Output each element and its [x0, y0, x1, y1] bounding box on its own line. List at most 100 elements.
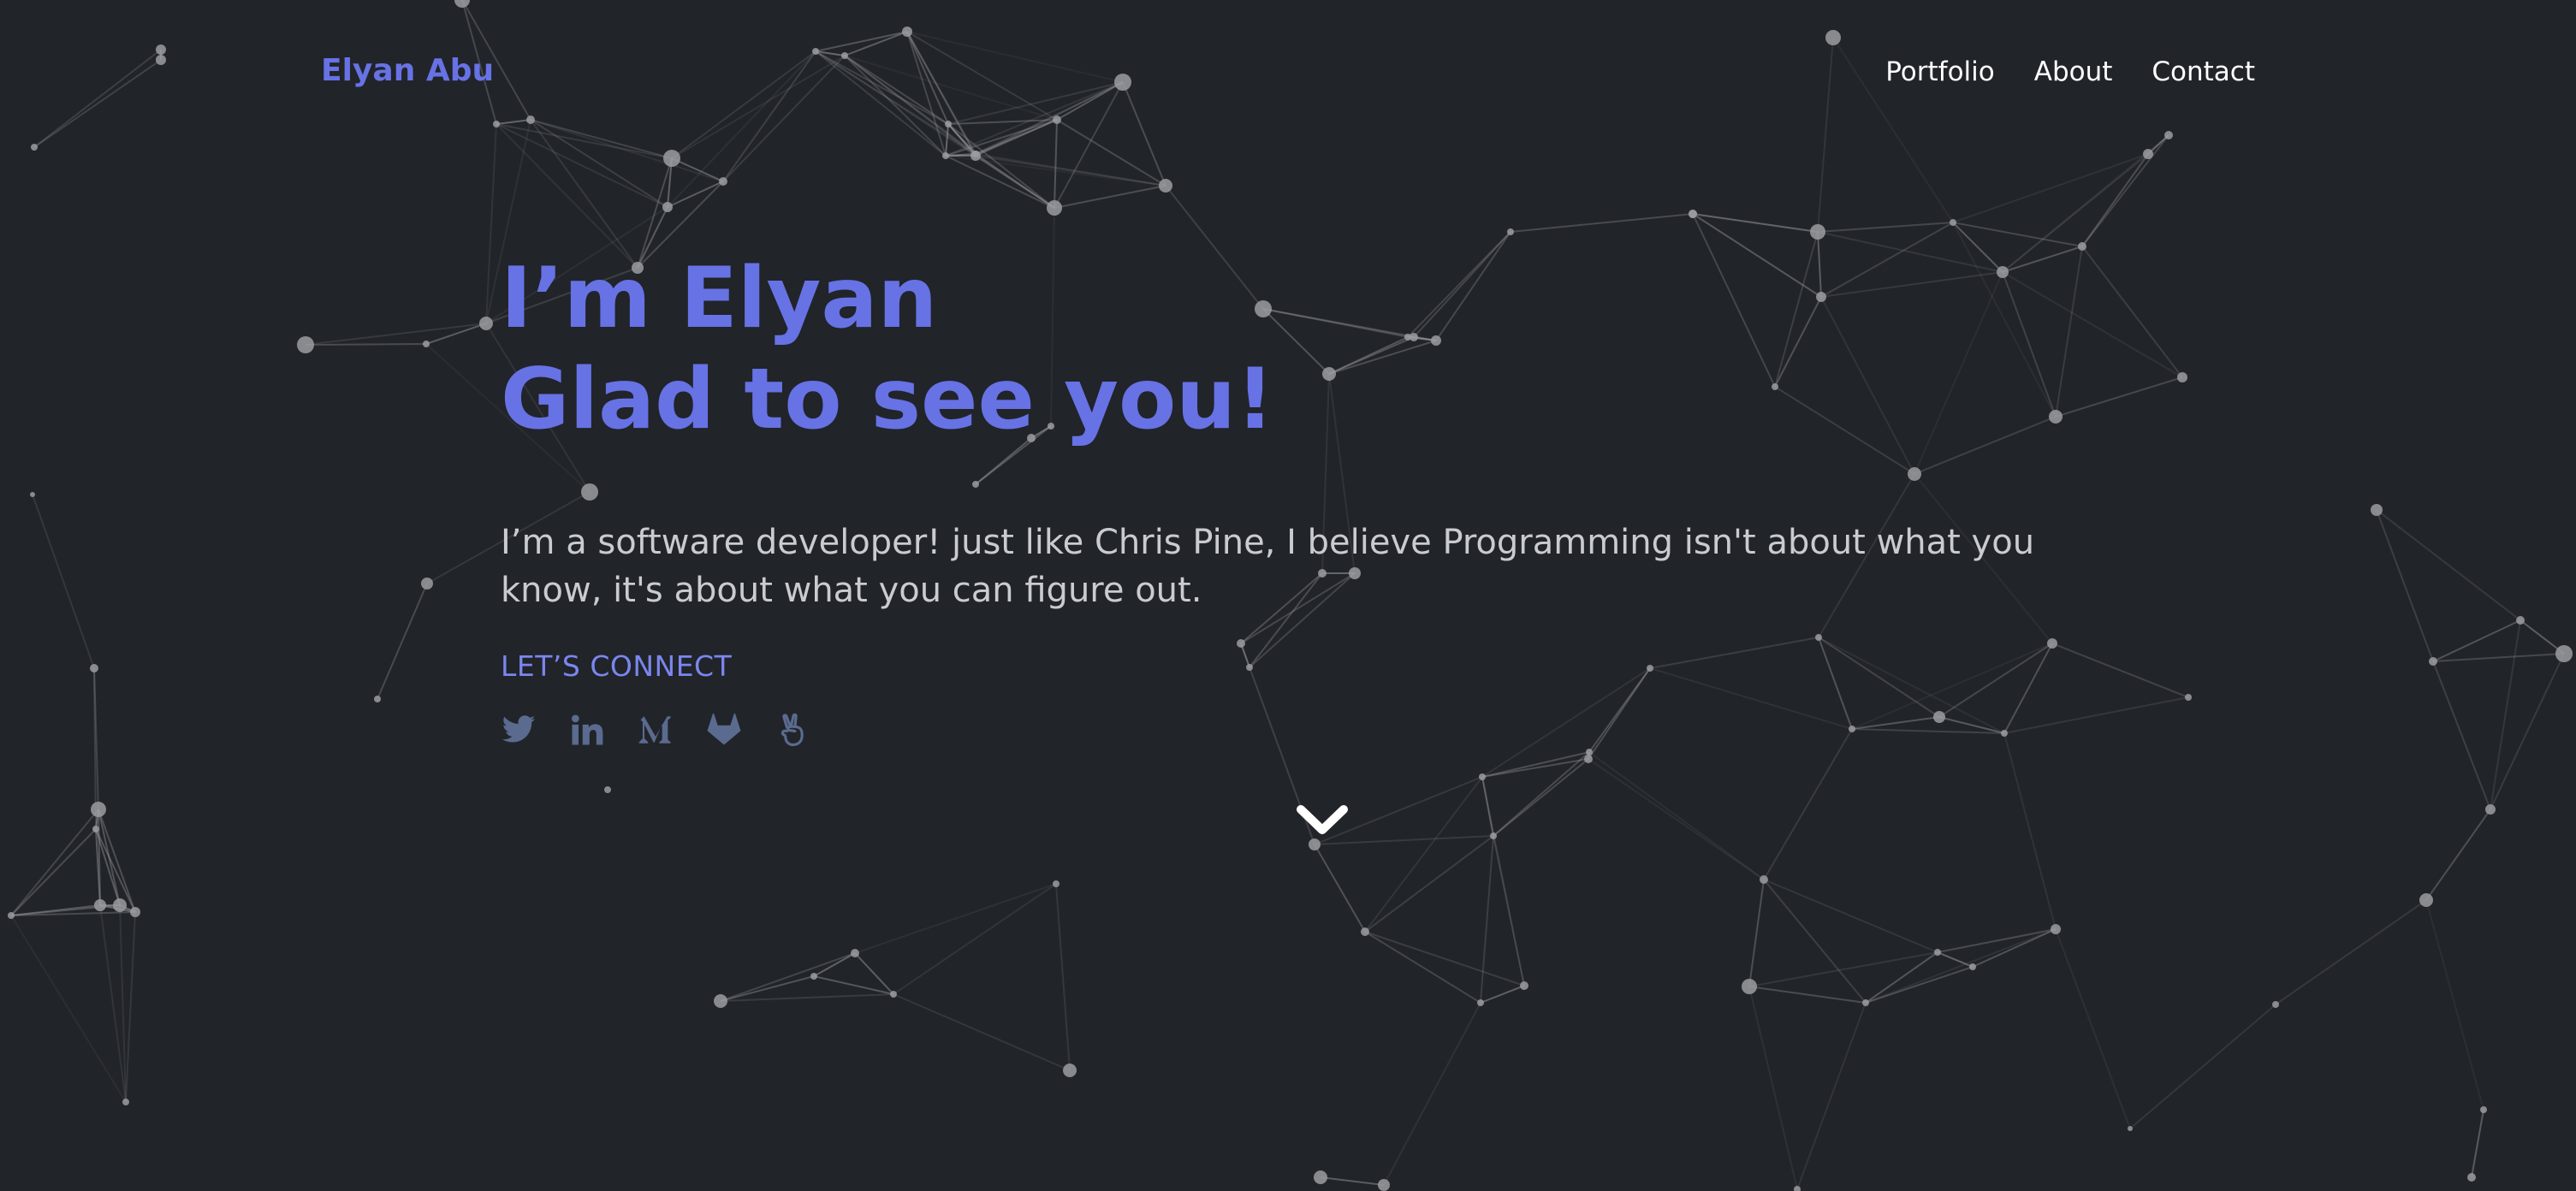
particle-link	[1588, 758, 1765, 880]
particle-node	[1114, 74, 1131, 91]
lets-connect-link[interactable]: LET’S CONNECT	[501, 649, 732, 683]
particle-link	[2003, 696, 2189, 734]
particle-link	[2129, 1004, 2276, 1129]
particle-link	[2425, 899, 2484, 1111]
particle-node	[1490, 833, 1497, 839]
particle-link	[1763, 879, 1867, 1004]
linkedin-icon	[571, 714, 603, 745]
particle-link	[33, 49, 162, 148]
particle-link	[1481, 758, 1589, 778]
particle-node	[604, 786, 611, 793]
particle-node	[31, 144, 38, 151]
particle-node	[663, 150, 680, 167]
nav-about-link[interactable]: About	[2034, 56, 2113, 87]
particle-node	[2419, 893, 2433, 907]
particle-link	[2432, 661, 2491, 810]
angellist-link[interactable]	[775, 712, 810, 748]
particle-link	[1763, 879, 1938, 953]
particle-link	[98, 809, 121, 906]
particle-node	[423, 341, 430, 347]
particle-node	[91, 802, 106, 817]
particle-link	[305, 323, 487, 346]
gitlab-icon	[707, 713, 741, 745]
particle-link	[2376, 509, 2521, 621]
particle-link	[906, 31, 1124, 83]
particle-node	[1507, 228, 1514, 235]
particle-node	[2177, 372, 2187, 382]
medium-link[interactable]	[638, 712, 674, 748]
particle-node	[1361, 927, 1369, 936]
particle-node	[2371, 504, 2383, 516]
nav-portfolio-link[interactable]: Portfolio	[1885, 56, 1995, 87]
particle-link	[720, 952, 856, 1002]
particle-link	[530, 119, 668, 208]
particle-node	[1246, 664, 1253, 671]
particle-link	[975, 81, 1124, 155]
particle-link	[305, 343, 427, 346]
scroll-down-button[interactable]	[1296, 803, 1349, 837]
particle-link	[1383, 1002, 1481, 1186]
particle-node	[2185, 694, 2192, 701]
particle-node	[130, 907, 140, 917]
particle-node	[1477, 999, 1484, 1006]
particle-node	[2143, 149, 2153, 159]
particle-link	[2432, 653, 2565, 662]
particle-link	[1865, 928, 2057, 1004]
particle-link	[10, 809, 99, 916]
particle-link	[2432, 619, 2521, 662]
particle-link	[377, 583, 428, 700]
particle-node	[1647, 665, 1653, 672]
particle-link	[1054, 185, 1166, 209]
particle-link	[1510, 213, 1694, 233]
particle-node	[581, 483, 598, 501]
particle-link	[1938, 643, 2053, 718]
brand-logo[interactable]: Elyan Abu	[321, 53, 494, 88]
particle-link	[485, 123, 497, 324]
particle-node	[2164, 131, 2173, 139]
particle-node	[30, 492, 35, 497]
particle-link	[1817, 37, 1834, 233]
particle-node	[1378, 1179, 1390, 1191]
particle-link	[854, 952, 894, 995]
particle-link	[893, 993, 1071, 1071]
particle-link	[1588, 667, 1651, 760]
twitter-link[interactable]	[501, 712, 537, 748]
particle-link	[1481, 751, 1590, 778]
particle-node	[479, 317, 493, 330]
particle-node	[1742, 979, 1757, 994]
particle-node	[972, 151, 979, 157]
particle-link	[671, 50, 816, 159]
gitlab-link[interactable]	[706, 712, 742, 748]
nav-contact-link[interactable]: Contact	[2152, 56, 2255, 87]
particle-link	[1865, 951, 1938, 1004]
particle-link	[844, 55, 976, 155]
particle-link	[1748, 879, 1765, 987]
particle-link	[2275, 899, 2427, 1005]
particle-node	[714, 994, 727, 1008]
particle-node	[1479, 773, 1486, 780]
particle-node	[2051, 924, 2061, 934]
particle-node	[1063, 1064, 1077, 1077]
particle-node	[2516, 616, 2525, 625]
particle-link	[2490, 619, 2521, 810]
particle-node	[2480, 1106, 2487, 1113]
particle-link	[2003, 643, 2053, 734]
linkedin-link[interactable]	[569, 712, 605, 748]
particle-node	[1309, 838, 1321, 850]
particle-link	[1938, 716, 2005, 734]
particle-link	[1649, 637, 1819, 669]
particle-node	[374, 696, 381, 702]
particle-link	[1649, 667, 1853, 730]
particle-link	[1748, 951, 1938, 987]
particle-link	[1748, 986, 1798, 1190]
particle-node	[972, 481, 979, 488]
particle-link	[1054, 119, 1058, 209]
hero-headline: I’m Elyan Glad to see you!	[501, 248, 2127, 450]
particle-link	[2003, 732, 2057, 930]
particle-link	[667, 50, 816, 208]
main-nav: Portfolio About Contact	[1885, 56, 2255, 87]
particle-link	[1480, 985, 1525, 1004]
particle-link	[125, 911, 136, 1103]
particle-node	[1520, 981, 1528, 990]
particle-node	[421, 578, 433, 590]
